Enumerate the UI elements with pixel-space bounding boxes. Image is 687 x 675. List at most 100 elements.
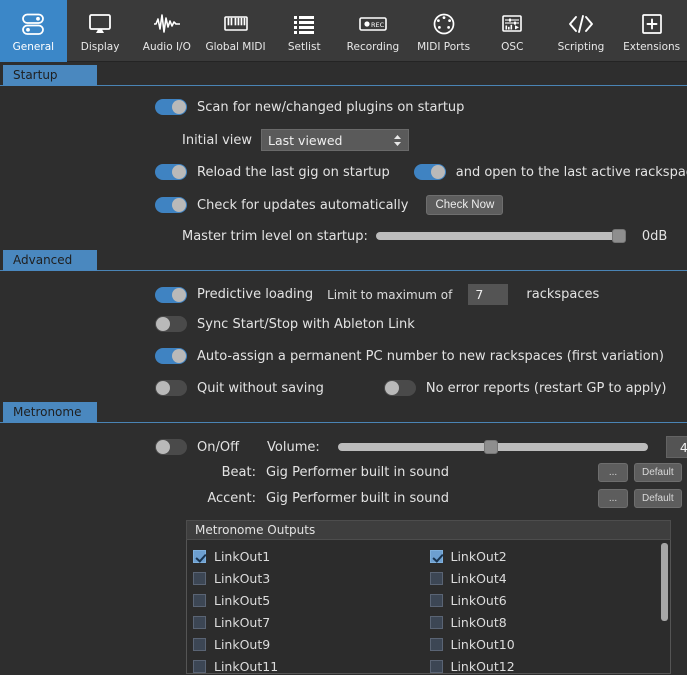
preferences-window: General Display Audio I/O Global MIDI Se…: [0, 0, 687, 675]
output-checkbox[interactable]: [429, 571, 443, 585]
master-trim-row: Master trim level on startup: 0dB: [182, 228, 667, 244]
accent-default-button[interactable]: Default: [634, 489, 682, 508]
scan-plugins-toggle[interactable]: [155, 99, 187, 115]
master-trim-thumb[interactable]: [611, 229, 626, 243]
check-updates-row: Check for updates automatically Check No…: [155, 195, 504, 215]
output-label: LinkOut12: [450, 658, 515, 674]
reload-gig-label: Reload the last gig on startup: [197, 164, 390, 180]
output-item[interactable]: LinkOut6: [429, 589, 667, 611]
output-item[interactable]: LinkOut9: [193, 633, 430, 655]
tab-display-label: Display: [80, 41, 120, 53]
initial-view-row: Initial view Last viewed: [182, 129, 410, 151]
tab-extensions-label: Extensions: [623, 41, 681, 53]
predictive-loading-toggle[interactable]: [155, 286, 187, 303]
output-label: LinkOut3: [214, 570, 271, 586]
piano-keys-icon: [221, 9, 251, 39]
output-item[interactable]: LinkOut12: [429, 655, 667, 674]
initial-view-select[interactable]: Last viewed: [261, 129, 410, 151]
metronome-onoff-row: On/Off Volume: 47: [155, 436, 687, 458]
tab-midi-ports[interactable]: MIDI Ports: [408, 0, 479, 62]
rackspace-limit-input[interactable]: 7: [468, 284, 509, 305]
output-checkbox[interactable]: [193, 571, 206, 585]
master-trim-value: 0dB: [641, 228, 668, 244]
tab-audio-io[interactable]: Audio I/O: [133, 0, 200, 62]
reload-gig-toggle[interactable]: [155, 164, 187, 180]
output-checkbox[interactable]: [193, 593, 206, 607]
tab-recording[interactable]: REC Recording: [338, 0, 409, 62]
output-item[interactable]: LinkOut3: [193, 567, 430, 589]
metronome-outputs-list[interactable]: LinkOut1 LinkOut2 LinkOut3 LinkOut4 LinkOut5…: [186, 540, 671, 674]
monitor-icon: [86, 9, 114, 39]
metronome-volume-slider[interactable]: [337, 439, 648, 455]
metronome-onoff-toggle[interactable]: [155, 439, 187, 455]
tab-setlist[interactable]: Setlist: [271, 0, 338, 62]
output-checkbox[interactable]: [429, 659, 443, 673]
auto-assign-pc-row: Auto-assign a permanent PC number to new…: [155, 348, 664, 364]
chevron-updown-icon: [393, 134, 402, 147]
reload-gig-row: Reload the last gig on startup and open …: [155, 164, 687, 180]
output-item[interactable]: LinkOut1: [193, 545, 430, 567]
no-error-reports-toggle[interactable]: [383, 380, 416, 396]
output-item[interactable]: LinkOut10: [429, 633, 667, 655]
sliders-icon: [19, 9, 47, 39]
metronome-beat-row: Beat: Gig Performer built in sound ... D…: [190, 463, 682, 482]
output-checkbox[interactable]: [429, 615, 443, 629]
tab-recording-label: Recording: [346, 41, 400, 53]
tab-extensions[interactable]: Extensions: [616, 0, 687, 62]
beat-browse-button[interactable]: ...: [598, 463, 628, 482]
section-tab-startup[interactable]: Startup: [3, 65, 97, 86]
output-item[interactable]: LinkOut8: [429, 611, 667, 633]
no-error-reports-label: No error reports (restart GP to apply): [425, 380, 667, 396]
metronome-outputs-panel: Metronome Outputs LinkOut1 LinkOut2 LinkOu…: [186, 520, 671, 674]
output-label: LinkOut8: [450, 614, 507, 630]
output-checkbox[interactable]: [193, 615, 206, 629]
master-trim-slider[interactable]: [375, 228, 626, 244]
output-checkbox[interactable]: [193, 659, 206, 673]
metronome-volume-value[interactable]: 47: [665, 436, 687, 458]
tab-general[interactable]: General: [0, 0, 67, 62]
section-tab-metronome[interactable]: Metronome: [3, 402, 97, 423]
scan-plugins-label: Scan for new/changed plugins on startup: [197, 99, 465, 115]
tab-global-midi[interactable]: Global MIDI: [200, 0, 271, 62]
check-updates-toggle[interactable]: [155, 197, 187, 213]
outputs-scrollbar[interactable]: [661, 543, 668, 671]
output-label: LinkOut5: [214, 592, 271, 608]
midi-din-icon: [430, 9, 458, 39]
output-checkbox[interactable]: [193, 549, 206, 563]
master-trim-label: Master trim level on startup:: [182, 228, 368, 244]
output-item[interactable]: LinkOut7: [193, 611, 430, 633]
output-item[interactable]: LinkOut5: [193, 589, 430, 611]
open-last-rackspace-toggle[interactable]: [413, 164, 446, 180]
check-now-button[interactable]: Check Now: [426, 195, 504, 215]
output-checkbox[interactable]: [429, 637, 443, 651]
output-item[interactable]: LinkOut2: [429, 545, 667, 567]
metronome-onoff-label: On/Off: [197, 439, 240, 455]
beat-default-button[interactable]: Default: [634, 463, 682, 482]
quit-without-saving-toggle[interactable]: [155, 380, 187, 396]
rackspaces-label: rackspaces: [526, 287, 600, 302]
section-tab-advanced[interactable]: Advanced: [3, 250, 97, 271]
tab-display[interactable]: Display: [67, 0, 134, 62]
beat-value: Gig Performer built in sound: [266, 465, 449, 480]
quit-without-saving-row: Quit without saving No error reports (re…: [155, 380, 667, 396]
initial-view-value: Last viewed: [268, 132, 343, 148]
output-item[interactable]: LinkOut4: [429, 567, 667, 589]
metronome-volume-thumb[interactable]: [483, 440, 498, 454]
output-item[interactable]: LinkOut11: [193, 655, 430, 673]
tab-scripting[interactable]: Scripting: [546, 0, 617, 62]
metronome-accent-row: Accent: Gig Performer built in sound ...…: [190, 489, 682, 508]
output-checkbox[interactable]: [429, 593, 443, 607]
tab-osc[interactable]: OSC: [479, 0, 546, 62]
output-label: LinkOut10: [450, 636, 515, 652]
auto-assign-pc-toggle[interactable]: [155, 348, 187, 364]
mixer-panel-icon: [498, 9, 526, 39]
ableton-link-row: Sync Start/Stop with Ableton Link: [155, 316, 415, 332]
accent-browse-button[interactable]: ...: [598, 489, 628, 508]
output-label: LinkOut4: [450, 570, 507, 586]
output-checkbox[interactable]: [193, 637, 206, 651]
output-checkbox[interactable]: [429, 549, 443, 563]
initial-view-label: Initial view: [182, 132, 253, 148]
output-label: LinkOut1: [214, 548, 271, 564]
ableton-link-toggle[interactable]: [155, 316, 187, 332]
tab-midi-ports-label: MIDI Ports: [417, 41, 471, 53]
